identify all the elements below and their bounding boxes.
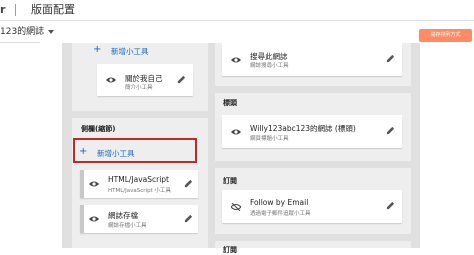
- blog-selector-label: 123的網誌: [0, 27, 45, 37]
- gadget-about-me[interactable]: 關於我自己 簡介小工具: [97, 64, 193, 96]
- edit-pencil-icon[interactable]: [386, 126, 395, 135]
- right-upper-section: 搜尋此網誌 網誌搜尋小工具: [215, 43, 411, 86]
- section-title: 標頭: [223, 99, 237, 107]
- edit-pencil-icon[interactable]: [386, 54, 395, 63]
- gadget-type: 網頁標題小工具: [250, 136, 289, 142]
- header-section: 標頭 Willy123abc123的網誌 (標頭) 網頁標題小工具: [215, 93, 411, 161]
- gadget-blog-archive[interactable]: 網誌存檔 網誌存檔小工具: [80, 205, 198, 233]
- edit-pencil-icon[interactable]: [386, 201, 395, 210]
- drag-handle[interactable]: [80, 170, 84, 198]
- highlight-box: [73, 138, 197, 163]
- gadget-type: 透過電子郵件追蹤小工具: [250, 211, 311, 217]
- gadget-follow-by-email[interactable]: Follow by Email 透過電子郵件追蹤小工具: [222, 190, 402, 223]
- gadget-name: Willy123abc123的網誌 (標頭): [250, 124, 356, 133]
- gadget-blog-header[interactable]: Willy123abc123的網誌 (標頭) 網頁標題小工具: [222, 115, 402, 148]
- gadget-type: HTML/JavaScript 小工具: [108, 188, 171, 194]
- edit-pencil-icon[interactable]: [184, 179, 193, 188]
- divider: [0, 42, 40, 43]
- add-gadget-link-top[interactable]: + 新增小工具: [93, 44, 193, 57]
- gadget-name: HTML/JavaScript: [108, 175, 169, 184]
- eye-icon: [106, 77, 116, 83]
- edit-pencil-icon[interactable]: [177, 75, 186, 84]
- eye-icon: [231, 57, 241, 62]
- gadget-type: 網誌存檔小工具: [108, 223, 147, 229]
- chevron-down-icon: [48, 29, 55, 34]
- eye-icon: [89, 216, 99, 222]
- save-arrangement-button[interactable]: 儲存排列方式: [419, 29, 472, 42]
- bottom-section: 訂閱: [215, 241, 411, 254]
- gadget-name: Follow by Email: [250, 198, 309, 207]
- gadget-type: 網誌搜尋小工具: [250, 63, 289, 69]
- drag-handle[interactable]: [80, 205, 84, 233]
- subscribe-section: 訂閱 Follow by Email 透過電子郵件追蹤小工具: [215, 168, 411, 234]
- left-upper-section: + 新增小工具 關於我自己 簡介小工具: [72, 43, 208, 111]
- app-letter: r: [0, 3, 6, 16]
- eye-off-icon: [231, 202, 241, 211]
- eye-icon: [89, 181, 99, 187]
- plus-icon: +: [93, 44, 102, 55]
- gadget-type: 簡介小工具: [125, 85, 153, 91]
- gadget-search-blog[interactable]: 搜尋此網誌 網誌搜尋小工具: [222, 43, 402, 76]
- gadget-name: 網誌存檔: [108, 211, 138, 220]
- section-title: 訂閱: [223, 177, 237, 185]
- section-title: 訂閱: [223, 246, 237, 254]
- eye-icon: [231, 129, 241, 134]
- title-separator: [15, 4, 16, 16]
- top-bar: r 版面配置: [0, 0, 474, 21]
- section-title: 側欄(縮節): [81, 125, 116, 133]
- edit-pencil-icon[interactable]: [184, 214, 193, 223]
- gadget-html-javascript[interactable]: HTML/JavaScript HTML/JavaScript 小工具: [80, 170, 198, 198]
- page-title: 版面配置: [31, 3, 75, 16]
- blog-selector[interactable]: 123的網誌: [0, 24, 55, 37]
